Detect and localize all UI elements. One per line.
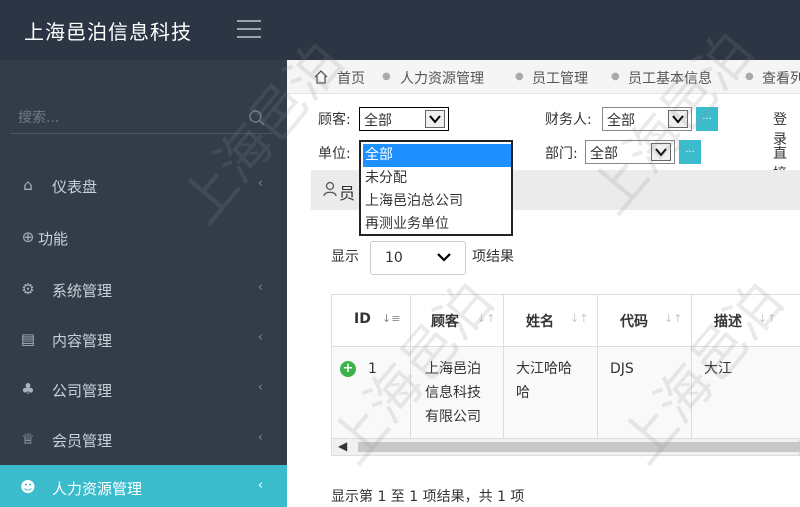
chevron-left-icon: ‹ [257, 280, 263, 295]
dropdown-option[interactable]: 上海邑泊总公司 [363, 190, 511, 213]
chevron-down-icon [668, 110, 688, 128]
sort-icon: ↓↑ [758, 312, 777, 325]
column-header-id[interactable]: ID ↓≡ [332, 295, 411, 347]
sidebar-item-features[interactable]: ⊕ 功能 [0, 215, 287, 261]
brand-title: 上海邑泊信息科技 [24, 20, 192, 44]
sidebar-item-dashboard[interactable]: ⌂ 仪表盘 ‹ [0, 163, 287, 209]
search-icon[interactable] [248, 109, 266, 127]
sidebar-item-label: 人力资源管理 [52, 480, 143, 498]
dropdown-option[interactable]: 全部 [363, 144, 511, 167]
chevron-left-icon: ‹ [257, 380, 263, 395]
customer-dropdown-list: 全部 未分配 上海邑泊总公司 再测业务单位 [359, 140, 513, 236]
scroll-left-icon[interactable]: ◀ [338, 439, 347, 453]
chevron-left-icon: ‹ [257, 430, 263, 445]
home-icon: ⌂ [23, 176, 33, 194]
home-icon [314, 70, 328, 84]
sidebar-item-label: 公司管理 [52, 382, 113, 400]
chevron-down-icon [651, 143, 671, 161]
user-icon [323, 181, 337, 197]
sort-asc-icon: ↓≡ [382, 312, 401, 325]
cell-id: + 1 [332, 347, 411, 438]
column-header-name[interactable]: 姓名 ↓↑ [504, 295, 598, 347]
breadcrumb-separator: ● [745, 71, 754, 82]
globe-icon: ⊕ [21, 228, 35, 246]
length-suffix-label: 项结果 [472, 249, 514, 265]
dept-picker-button[interactable]: ... [679, 140, 701, 164]
sidebar-item-hr[interactable]: ☻ 人力资源管理 ‹ [0, 465, 287, 507]
column-header-desc[interactable]: 描述 ↓↑ [692, 295, 800, 347]
unit-label: 单位: [318, 146, 351, 162]
column-header-code[interactable]: 代码 ↓↑ [598, 295, 692, 347]
customer-select[interactable]: 全部 [359, 107, 449, 131]
dept-select-value: 全部 [590, 146, 618, 162]
users-icon: ☻ [20, 478, 36, 496]
breadcrumb: 首页 ● 人力资源管理 ● 员工管理 ● 员工基本信息 ● 查看列 [287, 60, 800, 94]
sidebar-item-label: 会员管理 [52, 432, 113, 450]
breadcrumb-separator: ● [611, 71, 620, 82]
breadcrumb-current: 查看列 [762, 71, 800, 87]
chevron-left-icon: ‹ [257, 330, 263, 345]
search-input[interactable] [18, 106, 228, 130]
breadcrumb-hr[interactable]: 人力资源管理 [400, 68, 484, 88]
finance-picker-button[interactable]: ... [696, 107, 718, 131]
dept-label: 部门: [545, 146, 578, 162]
employee-table: ID ↓≡ 顾客 ↓↑ 姓名 ↓↑ 代码 ↓↑ 描述 ↓↑ + 1 上海邑泊 信… [331, 294, 800, 438]
top-bar: 上海邑泊信息科技 [0, 0, 800, 60]
finance-label: 财务人: [545, 112, 592, 128]
sitemap-icon: ♣ [21, 380, 35, 398]
chevron-down-icon [437, 253, 451, 262]
sidebar-item-content[interactable]: ▤ 内容管理 ‹ [0, 317, 287, 363]
chevron-down-icon [425, 110, 445, 128]
cell-name: 大江哈哈 哈 [504, 347, 598, 438]
finance-select-value: 全部 [607, 113, 635, 129]
page-length-value: 10 [385, 250, 403, 266]
customer-select-value: 全部 [364, 113, 392, 129]
table-info: 显示第 1 至 1 项结果，共 1 项 [331, 489, 525, 505]
cell-desc: 大江 [692, 347, 800, 438]
sidebar-item-company[interactable]: ♣ 公司管理 ‹ [0, 367, 287, 413]
chevron-left-icon: ‹ [257, 478, 263, 493]
main-content: 首页 ● 人力资源管理 ● 员工管理 ● 员工基本信息 ● 查看列 顾客: 全部… [287, 60, 800, 507]
sort-icon: ↓↑ [570, 312, 589, 325]
dropdown-option[interactable]: 再测业务单位 [363, 213, 511, 236]
cell-customer: 上海邑泊 信息科技 有限公司 [411, 347, 504, 438]
breadcrumb-separator: ● [382, 71, 391, 82]
panel-title: 员 [339, 184, 356, 203]
breadcrumb-home[interactable]: 首页 [337, 68, 365, 88]
sidebar-search [10, 104, 272, 134]
length-show-label: 显示 [331, 249, 359, 265]
gears-icon: ⚙ [21, 280, 35, 298]
column-header-customer[interactable]: 顾客 ↓↑ [411, 295, 504, 347]
trophy-icon: ♕ [21, 430, 35, 448]
sidebar: ⌂ 仪表盘 ‹ ⊕ 功能 ⚙ 系统管理 ‹ ▤ 内容管理 ‹ ♣ 公司管理 ‹ … [0, 60, 287, 507]
page-length-select[interactable]: 10 [370, 241, 466, 275]
expand-row-icon[interactable]: + [340, 361, 356, 377]
horizontal-scrollbar[interactable]: ◀ [331, 438, 800, 456]
breadcrumb-separator: ● [515, 71, 524, 82]
customer-label: 顾客: [318, 112, 351, 128]
sort-icon: ↓↑ [664, 312, 683, 325]
finance-select[interactable]: 全部 [602, 107, 692, 131]
dropdown-option[interactable]: 未分配 [363, 167, 511, 190]
cell-code: DJS [598, 347, 692, 438]
chevron-left-icon: ‹ [257, 176, 263, 191]
sidebar-item-label: 内容管理 [52, 332, 113, 350]
sidebar-item-label: 仪表盘 [52, 178, 98, 196]
scrollbar-thumb[interactable] [358, 442, 800, 452]
sidebar-item-label: 功能 [38, 230, 69, 248]
breadcrumb-employee-info[interactable]: 员工基本信息 [628, 68, 712, 88]
sidebar-item-system[interactable]: ⚙ 系统管理 ‹ [0, 267, 287, 313]
hamburger-menu-icon[interactable] [237, 20, 261, 40]
id-card-icon: ▤ [20, 330, 36, 348]
sidebar-item-label: 系统管理 [52, 282, 113, 300]
dept-select[interactable]: 全部 [585, 140, 675, 164]
breadcrumb-employee-mgmt[interactable]: 员工管理 [532, 68, 588, 88]
sort-icon: ↓↑ [477, 312, 496, 325]
sidebar-item-members[interactable]: ♕ 会员管理 ‹ [0, 417, 287, 463]
